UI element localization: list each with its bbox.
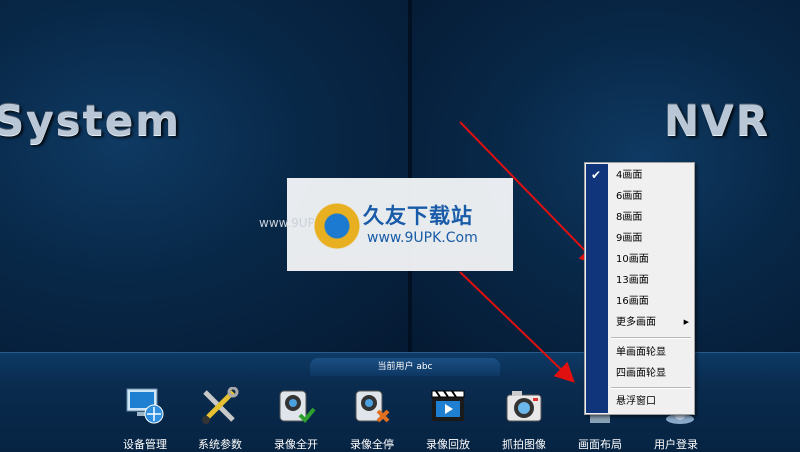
menu-item-9-screens[interactable]: 9画面 (585, 228, 694, 249)
submenu-arrow-icon: ▶ (683, 318, 689, 326)
watermark-overlay: www.9UPK.Com 久友下载站 www.9UPK.Com (259, 178, 513, 271)
record-all-stop-label: 录像全停 (350, 438, 394, 451)
user-login-label: 用户登录 (654, 438, 698, 451)
record-all-stop-button[interactable]: 录像全停 (339, 384, 405, 451)
snapshot-label: 抓拍图像 (502, 438, 546, 451)
record-all-on-icon (279, 390, 316, 423)
check-icon: ✔ (591, 168, 602, 182)
menu-separator (611, 337, 691, 339)
menu-item-4-screens[interactable]: ✔ 4画面 (585, 165, 694, 186)
system-parameters-icon (202, 387, 239, 424)
menu-item-6-screens[interactable]: 6画面 (585, 186, 694, 207)
layout-context-menu: ✔ 4画面 6画面 8画面 9画面 10画面 13画面 16画面 更多画面 ▶ … (584, 162, 695, 415)
video-pane-left[interactable]: System (0, 0, 408, 352)
watermark-url: www.9UPK.Com (367, 230, 478, 246)
record-all-on-label: 录像全开 (274, 438, 318, 451)
menu-item-13-screens[interactable]: 13画面 (585, 270, 694, 291)
record-all-stop-icon (355, 390, 390, 423)
device-management-icon (126, 388, 164, 424)
device-management-button[interactable]: 设备管理 (112, 384, 178, 451)
menu-item-floating-window[interactable]: 悬浮窗口 (585, 391, 694, 412)
device-management-label: 设备管理 (123, 438, 167, 451)
playback-icon (431, 390, 465, 421)
menu-item-quad-rotate[interactable]: 四画面轮显 (585, 363, 694, 384)
system-brand-text: System (0, 96, 181, 145)
record-all-on-button[interactable]: 录像全开 (263, 384, 329, 451)
menu-item-16-screens[interactable]: 16画面 (585, 291, 694, 312)
playback-button[interactable]: 录像回放 (415, 384, 481, 451)
current-user-label: 当前用户 abc (310, 358, 500, 376)
system-parameters-label: 系统参数 (198, 438, 242, 451)
menu-item-10-screens[interactable]: 10画面 (585, 249, 694, 270)
system-parameters-button[interactable]: 系统参数 (187, 384, 253, 451)
menu-separator (611, 387, 691, 389)
snapshot-icon (506, 391, 542, 422)
menu-item-8-screens[interactable]: 8画面 (585, 207, 694, 228)
watermark-title: 久友下载站 (363, 204, 473, 228)
layout-label: 画面布局 (578, 438, 622, 451)
menu-item-more-screens[interactable]: 更多画面 ▶ (585, 312, 694, 333)
nvr-brand-text: NVR (664, 96, 770, 145)
snapshot-button[interactable]: 抓拍图像 (491, 384, 557, 451)
watermark-logo-icon (313, 202, 361, 250)
menu-item-single-rotate[interactable]: 单画面轮显 (585, 342, 694, 363)
playback-label: 录像回放 (426, 438, 470, 451)
